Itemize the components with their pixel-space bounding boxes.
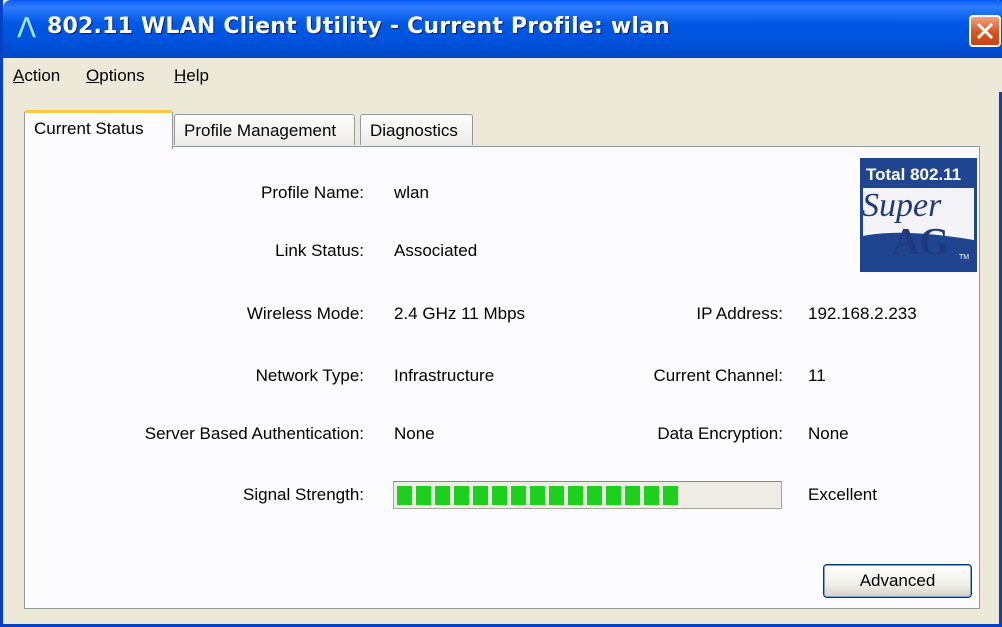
data-encryption-value: None — [808, 424, 849, 443]
menu-action[interactable]: Action — [13, 66, 60, 86]
title-bar[interactable]: Λ 802.11 WLAN Client Utility - Current P… — [3, 0, 1002, 58]
link-status-value: Associated — [394, 241, 478, 260]
super-ag-logo: Total 802.11 Super AG TM — [860, 158, 977, 272]
signal-segment — [397, 486, 412, 505]
menu-help[interactable]: Help — [174, 66, 209, 86]
menu-options[interactable]: Options — [86, 66, 145, 86]
server-auth-value: None — [394, 424, 435, 443]
menu-bar: Action Options Help — [3, 58, 1002, 92]
signal-segment — [568, 486, 583, 505]
advanced-button[interactable]: Advanced — [823, 564, 972, 598]
signal-segment — [435, 486, 450, 505]
wireless-mode-value: 2.4 GHz 11 Mbps — [394, 304, 526, 323]
close-icon — [976, 22, 994, 40]
signal-segment — [587, 486, 602, 505]
tab-diagnostics[interactable]: Diagnostics — [360, 114, 473, 145]
profile-name-value: wlan — [394, 183, 429, 202]
signal-strength-label: Signal Strength: — [243, 485, 364, 504]
signal-segment — [644, 486, 659, 505]
network-type-value: Infrastructure — [394, 366, 495, 385]
signal-strength-bar — [393, 481, 782, 509]
app-icon: Λ — [17, 11, 37, 44]
current-status-panel: Profile Name: wlan Link Status: Associat… — [24, 146, 980, 609]
tab-current-status[interactable]: Current Status — [24, 110, 173, 149]
svg-text:Total 802.11: Total 802.11 — [866, 165, 961, 184]
ip-address-label: IP Address: — [696, 304, 783, 323]
window-title: 802.11 WLAN Client Utility - Current Pro… — [47, 14, 670, 39]
signal-segment — [416, 486, 431, 505]
signal-segment — [454, 486, 469, 505]
signal-strength-value: Excellent — [808, 485, 877, 504]
signal-segment — [606, 486, 621, 505]
profile-name-label: Profile Name: — [261, 183, 364, 202]
svg-text:AG: AG — [892, 221, 949, 263]
current-channel-value: 11 — [808, 366, 826, 385]
super-ag-logo-graphic: Total 802.11 Super AG TM — [860, 158, 977, 272]
signal-segment — [530, 486, 545, 505]
signal-segment — [511, 486, 526, 505]
close-button[interactable] — [969, 15, 1001, 47]
signal-segment — [663, 486, 678, 505]
svg-text:Super: Super — [862, 187, 942, 224]
ip-address-value: 192.168.2.233 — [808, 304, 917, 323]
signal-segment — [625, 486, 640, 505]
link-status-label: Link Status: — [275, 241, 364, 260]
app-window: Λ 802.11 WLAN Client Utility - Current P… — [0, 0, 1002, 627]
signal-segment — [492, 486, 507, 505]
server-auth-label: Server Based Authentication: — [144, 424, 364, 443]
signal-segment — [473, 486, 488, 505]
tab-profile-management[interactable]: Profile Management — [174, 114, 355, 145]
data-encryption-label: Data Encryption: — [657, 424, 783, 443]
signal-segment — [549, 486, 564, 505]
network-type-label: Network Type: — [255, 366, 364, 385]
svg-text:TM: TM — [959, 254, 969, 261]
wireless-mode-label: Wireless Mode: — [246, 304, 364, 323]
current-channel-label: Current Channel: — [653, 366, 783, 385]
